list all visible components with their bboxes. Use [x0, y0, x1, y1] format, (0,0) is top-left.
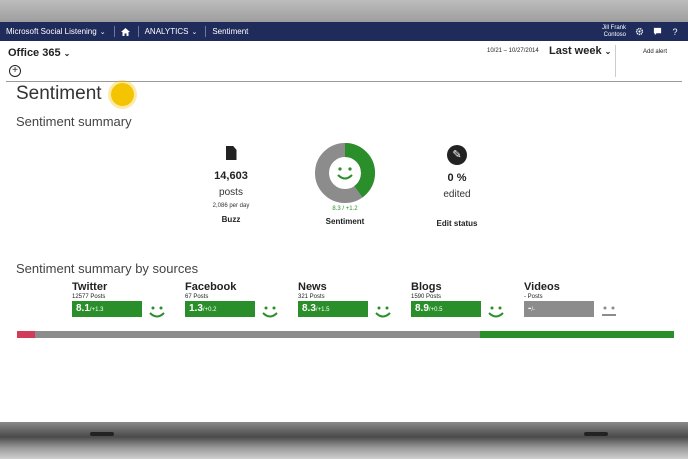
source-score: 8.1 — [76, 303, 90, 314]
buzz-per-day: 2,086 per day — [212, 203, 250, 209]
source-score: 8.9 — [415, 303, 429, 314]
project-selector[interactable]: Office 365 ⌄ — [8, 47, 70, 59]
smiley-icon — [149, 306, 165, 318]
source-score: 8.3 — [302, 303, 316, 314]
sentiment-label: Sentiment — [325, 217, 365, 226]
source-card-news[interactable]: News 321 Posts 8.3/+1.5 — [298, 281, 391, 318]
breadcrumb-page-label: Sentiment — [212, 27, 249, 36]
sentiment-summary-heading: Sentiment summary — [16, 114, 132, 129]
gear-icon — [635, 27, 643, 36]
device-bezel-bottom — [0, 422, 688, 459]
source-posts: - Posts — [524, 294, 543, 300]
breadcrumb-current-page: Sentiment — [212, 27, 248, 36]
source-name: Blogs — [411, 281, 442, 293]
pencil-icon: ✎ — [447, 145, 467, 165]
sentiment-donut-chart — [315, 143, 375, 203]
analytics-label: ANALYTICS — [144, 27, 189, 36]
chevron-down-icon: ⌄ — [191, 28, 198, 36]
source-name: News — [298, 281, 327, 293]
vertical-divider — [615, 45, 616, 77]
source-score: 1.3 — [189, 303, 203, 314]
nav-divider — [113, 26, 115, 37]
nav-divider — [205, 26, 207, 37]
sentiment-tile[interactable]: 8.3 / +1.2 Sentiment — [300, 142, 390, 226]
source-delta: /+1.5 — [315, 307, 330, 313]
buzz-label: Buzz — [221, 215, 241, 224]
source-card-twitter[interactable]: Twitter 12577 Posts 8.1/+1.3 — [72, 281, 165, 318]
sentiment-score: 8.3 / +1.2 — [332, 206, 358, 212]
source-score-box: 8.3/+1.5 — [298, 301, 368, 317]
document-icon — [225, 146, 237, 160]
help-button[interactable]: ? — [670, 27, 680, 37]
source-name: Twitter — [72, 281, 108, 293]
sources-heading: Sentiment summary by sources — [16, 261, 199, 276]
buzz-tile[interactable]: 14,603 posts 2,086 per day Buzz — [186, 146, 276, 224]
nav-divider — [137, 26, 139, 37]
source-score-box: 8.1/+1.3 — [72, 301, 142, 317]
device-bezel-top — [0, 0, 688, 22]
source-posts: 67 Posts — [185, 294, 209, 300]
nav-right-group: Jill Frank Contoso ? — [602, 22, 688, 41]
device-foot-left — [90, 432, 114, 436]
project-label: Office 365 — [8, 47, 61, 59]
source-score-box: -/- — [524, 301, 594, 317]
chevron-down-icon: ⌄ — [99, 28, 106, 36]
neutral-face-icon — [602, 306, 616, 316]
page-title: Sentiment — [16, 83, 102, 104]
user-name: Jill Frank — [601, 24, 626, 31]
period-selector[interactable]: Last week ⌄ — [549, 45, 611, 57]
device-foot-right — [584, 432, 608, 436]
buzz-value: 14,603 — [214, 170, 248, 182]
add-alert-link[interactable]: Add alert — [643, 49, 667, 55]
chat-button[interactable] — [652, 27, 662, 37]
smiley-icon — [337, 167, 353, 180]
chat-icon — [653, 27, 661, 36]
source-delta: /+0.5 — [428, 307, 443, 313]
highlight-marker — [111, 83, 134, 106]
analytics-menu[interactable]: ANALYTICS ⌄ — [145, 27, 198, 36]
distribution-negative-segment — [17, 331, 36, 338]
add-circle-icon[interactable]: + — [9, 65, 21, 77]
chevron-down-icon: ⌄ — [604, 47, 612, 56]
source-score-box: 8.9/+0.5 — [411, 301, 481, 317]
user-org: Contoso — [603, 31, 626, 38]
edit-status-label: Edit status — [436, 219, 478, 228]
period-label: Last week — [549, 45, 602, 57]
distribution-neutral-segment — [35, 331, 481, 338]
home-button[interactable] — [120, 27, 130, 36]
source-posts: 321 Posts — [298, 294, 325, 300]
app-title: Microsoft Social Listening — [6, 27, 97, 36]
source-card-blogs[interactable]: Blogs 1590 Posts 8.9/+0.5 — [411, 281, 504, 318]
edit-status-value: 0 % — [447, 172, 467, 184]
app-switcher[interactable]: Microsoft Social Listening ⌄ — [6, 27, 106, 36]
source-delta: /- — [531, 307, 536, 313]
help-icon: ? — [672, 26, 678, 37]
smiley-icon — [488, 306, 504, 318]
smiley-icon — [375, 306, 391, 318]
buzz-unit: posts — [219, 187, 243, 198]
source-score-box: 1.3/+0.2 — [185, 301, 255, 317]
source-name: Videos — [524, 281, 560, 293]
context-bar: Office 365 ⌄ + 10/21 – 10/27/2014 Last w… — [0, 41, 688, 83]
home-icon — [120, 27, 130, 36]
source-name: Facebook — [185, 281, 237, 293]
source-delta: /+0.2 — [202, 307, 217, 313]
source-card-facebook[interactable]: Facebook 67 Posts 1.3/+0.2 — [185, 281, 278, 318]
app-screen: Microsoft Social Listening ⌄ ANALYTICS ⌄… — [0, 22, 688, 422]
source-posts: 12577 Posts — [72, 294, 106, 300]
source-posts: 1590 Posts — [411, 294, 442, 300]
date-range: 10/21 – 10/27/2014 — [487, 48, 539, 54]
distribution-positive-segment — [480, 331, 674, 338]
top-navigation-bar: Microsoft Social Listening ⌄ ANALYTICS ⌄… — [0, 22, 688, 41]
source-delta: /+1.3 — [89, 307, 104, 313]
edit-status-tile[interactable]: ✎ 0 % edited Edit status — [412, 145, 502, 228]
chevron-down-icon: ⌄ — [63, 49, 71, 58]
settings-button[interactable] — [634, 27, 644, 37]
smiley-icon — [262, 306, 278, 318]
source-card-videos[interactable]: Videos - Posts -/- — [524, 281, 616, 317]
user-account[interactable]: Jill Frank Contoso — [602, 25, 626, 39]
header-divider — [6, 81, 682, 82]
edit-status-unit: edited — [443, 189, 471, 200]
